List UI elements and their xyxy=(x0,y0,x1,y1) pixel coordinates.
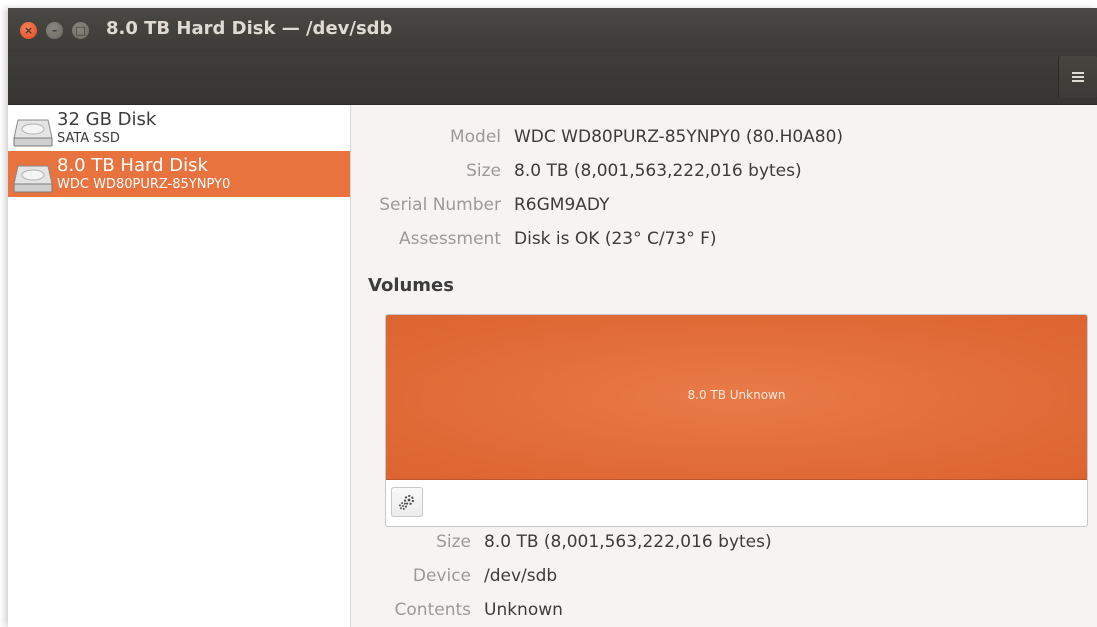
disk-list: 32 GB Disk SATA SSD 8.0 TB Hard Disk WDC… xyxy=(8,105,351,627)
disk-name: 8.0 TB Hard Disk xyxy=(57,155,208,176)
volume-device-row: Device /dev/sdb xyxy=(351,566,1097,590)
hamburger-menu-icon xyxy=(1072,72,1084,82)
disk-subtitle: WDC WD80PURZ-85YNPY0 xyxy=(57,177,231,192)
disk-name: 32 GB Disk xyxy=(57,109,157,130)
assessment-row: Assessment Disk is OK (23° C/73° F) xyxy=(351,229,1097,253)
volume-device-value: /dev/sdb xyxy=(484,566,558,586)
partition-label: 8.0 TB Unknown xyxy=(687,388,786,402)
model-label: Model xyxy=(449,127,501,147)
model-value: WDC WD80PURZ-85YNPY0 (80.H0A80) xyxy=(514,127,844,147)
close-icon: × xyxy=(23,24,34,37)
volume-contents-label: Contents xyxy=(394,600,471,620)
model-row: Model WDC WD80PURZ-85YNPY0 (80.H0A80) xyxy=(351,127,1097,151)
window-title: 8.0 TB Hard Disk — /dev/sdb xyxy=(106,18,393,39)
hard-disk-icon xyxy=(13,119,53,147)
maximize-icon: □ xyxy=(75,24,86,37)
size-row: Size 8.0 TB (8,001,563,222,016 bytes) xyxy=(351,161,1097,185)
serial-value: R6GM9ADY xyxy=(514,195,610,215)
volumes-heading: Volumes xyxy=(368,275,454,296)
assessment-value: Disk is OK (23° C/73° F) xyxy=(514,229,717,249)
size-value: 8.0 TB (8,001,563,222,016 bytes) xyxy=(514,161,802,181)
disk-subtitle: SATA SSD xyxy=(57,131,120,146)
serial-label: Serial Number xyxy=(379,195,501,215)
partition-options-button[interactable] xyxy=(391,487,423,517)
assessment-label: Assessment xyxy=(399,229,501,249)
hard-disk-icon xyxy=(13,165,53,193)
minimize-button[interactable]: – xyxy=(46,22,63,39)
partition-block[interactable]: 8.0 TB Unknown xyxy=(386,315,1087,480)
volume-size-value: 8.0 TB (8,001,563,222,016 bytes) xyxy=(484,532,772,552)
title-bar: × – □ 8.0 TB Hard Disk — /dev/sdb xyxy=(8,8,1097,52)
close-button[interactable]: × xyxy=(20,22,37,39)
disk-item-32gb[interactable]: 32 GB Disk SATA SSD xyxy=(8,105,350,151)
app-menu-button[interactable] xyxy=(1058,56,1097,98)
volume-size-row: Size 8.0 TB (8,001,563,222,016 bytes) xyxy=(351,532,1097,556)
disk-item-8tb[interactable]: 8.0 TB Hard Disk WDC WD80PURZ-85YNPY0 xyxy=(8,151,350,197)
header-bar xyxy=(8,52,1097,105)
disk-details: Model WDC WD80PURZ-85YNPY0 (80.H0A80) Si… xyxy=(351,105,1097,627)
volume-contents-value: Unknown xyxy=(484,600,563,620)
volume-contents-row: Contents Unknown xyxy=(351,600,1097,624)
gears-icon xyxy=(399,495,414,510)
serial-row: Serial Number R6GM9ADY xyxy=(351,195,1097,219)
volume-map: 8.0 TB Unknown xyxy=(385,314,1088,527)
volume-device-label: Device xyxy=(412,566,471,586)
minimize-icon: – xyxy=(51,24,58,37)
size-label: Size xyxy=(466,161,501,181)
maximize-button[interactable]: □ xyxy=(72,22,89,39)
volume-size-label: Size xyxy=(436,532,471,552)
disks-window: × – □ 8.0 TB Hard Disk — /dev/sdb 32 GB … xyxy=(8,8,1097,627)
